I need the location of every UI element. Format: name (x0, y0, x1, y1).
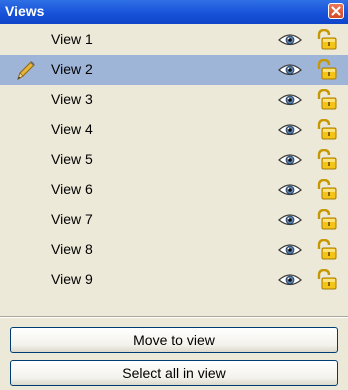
eye-icon[interactable] (278, 213, 302, 227)
eye-icon[interactable] (278, 33, 302, 47)
view-label: View 6 (51, 181, 93, 197)
eye-icon[interactable] (278, 243, 302, 257)
padlock-icon[interactable] (316, 178, 338, 201)
view-row[interactable]: View 6 (0, 175, 348, 205)
view-label: View 9 (51, 271, 93, 287)
view-row[interactable]: View 9 (0, 265, 348, 295)
view-row[interactable]: View 7 (0, 205, 348, 235)
view-label: View 1 (51, 31, 93, 47)
eye-icon[interactable] (278, 273, 302, 287)
view-label: View 3 (51, 91, 93, 107)
view-row[interactable]: View 5 (0, 145, 348, 175)
close-icon (331, 6, 341, 16)
view-label: View 5 (51, 151, 93, 167)
eye-icon[interactable] (278, 183, 302, 197)
title-bar: Views (0, 0, 348, 24)
padlock-icon[interactable] (316, 268, 338, 291)
divider (0, 316, 348, 318)
pencil-icon (15, 59, 37, 81)
view-row[interactable]: View 1 (0, 25, 348, 55)
view-row[interactable]: View 2 (0, 55, 348, 85)
padlock-icon[interactable] (316, 88, 338, 111)
panel-title: Views (5, 3, 45, 19)
padlock-icon[interactable] (316, 118, 338, 141)
padlock-icon[interactable] (316, 148, 338, 171)
eye-icon[interactable] (278, 123, 302, 137)
view-label: View 2 (51, 61, 93, 77)
views-list: View 1 View 2 View 3 View 4 View 5 View 6 View… (0, 24, 348, 312)
padlock-icon[interactable] (316, 208, 338, 231)
views-panel: Views View 1 View 2 View 3 View 4 View 5 View… (0, 0, 348, 390)
view-label: View 8 (51, 241, 93, 257)
padlock-icon[interactable] (316, 28, 338, 51)
padlock-icon[interactable] (316, 238, 338, 261)
view-label: View 4 (51, 121, 93, 137)
close-button[interactable] (328, 3, 344, 19)
view-row[interactable]: View 8 (0, 235, 348, 265)
padlock-icon[interactable] (316, 58, 338, 81)
view-row[interactable]: View 4 (0, 115, 348, 145)
eye-icon[interactable] (278, 63, 302, 77)
select-all-in-view-button[interactable]: Select all in view (10, 360, 338, 386)
view-label: View 7 (51, 211, 93, 227)
eye-icon[interactable] (278, 153, 302, 167)
move-to-view-button[interactable]: Move to view (10, 327, 338, 353)
view-row[interactable]: View 3 (0, 85, 348, 115)
eye-icon[interactable] (278, 93, 302, 107)
